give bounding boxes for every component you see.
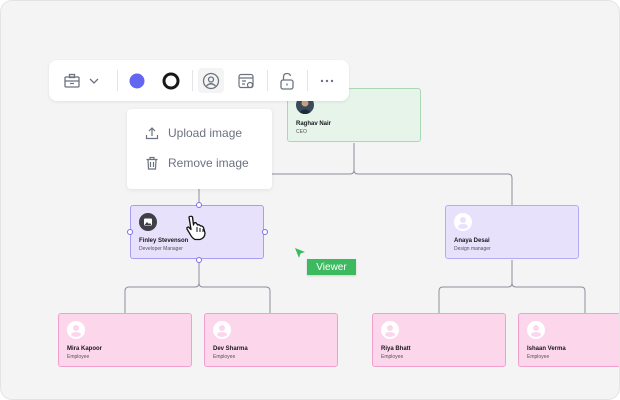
org-card-anaya[interactable]: Anaya Desai Design manager	[445, 205, 579, 259]
user-icon	[381, 321, 399, 339]
trash-icon	[146, 156, 158, 170]
floating-toolbar	[49, 60, 349, 101]
image-placeholder-icon	[139, 213, 157, 231]
id-card-icon[interactable]	[61, 68, 83, 93]
org-card-mira[interactable]: Mira Kapoor Employee	[58, 313, 192, 367]
resize-handle-right[interactable]	[262, 229, 268, 235]
user-avatar-icon[interactable]	[198, 68, 224, 93]
node-name: Dev Sharma	[213, 346, 248, 352]
canvas[interactable]: Raghav Nair CEO Finley Stevenson Develop…	[0, 0, 620, 400]
user-icon	[454, 213, 472, 231]
unlock-icon[interactable]	[275, 68, 299, 93]
collaborator-cursor-icon	[295, 248, 305, 258]
node-role: Employee	[527, 354, 550, 360]
org-card-riya[interactable]: Riya Bhatt Employee	[372, 313, 506, 367]
upload-icon	[145, 127, 159, 140]
user-icon	[213, 321, 231, 339]
node-role: CEO	[296, 129, 307, 135]
node-role: Employee	[67, 354, 90, 360]
node-name: Raghav Nair	[296, 121, 332, 127]
resize-handle-left[interactable]	[127, 229, 133, 235]
fill-color-swatch[interactable]	[127, 68, 147, 93]
node-role: Employee	[381, 354, 404, 360]
node-name: Riya Bhatt	[381, 346, 411, 352]
divider	[117, 70, 118, 91]
menu-item-label: Upload image	[168, 126, 243, 140]
more-icon[interactable]	[315, 68, 339, 93]
node-name: Finley Stevenson	[139, 238, 189, 244]
divider	[307, 70, 308, 91]
menu-item-label: Remove image	[168, 156, 249, 170]
user-icon	[67, 321, 85, 339]
node-role: Employee	[213, 354, 236, 360]
resize-handle-bottom[interactable]	[196, 257, 202, 263]
chevron-down-icon[interactable]	[85, 68, 103, 93]
org-card-dev[interactable]: Dev Sharma Employee	[204, 313, 338, 367]
card-settings-icon[interactable]	[234, 68, 258, 93]
node-name: Anaya Desai	[454, 238, 490, 244]
node-role: Developer Manager	[139, 246, 183, 252]
node-name: Mira Kapoor	[67, 346, 103, 352]
menu-item-remove-image[interactable]: Remove image	[145, 153, 249, 173]
collaborator-label: Viewer	[307, 259, 356, 275]
resize-handle-top[interactable]	[196, 202, 202, 208]
user-icon	[527, 321, 545, 339]
divider	[192, 70, 193, 91]
node-name: Ishaan Verma	[527, 346, 566, 352]
menu-item-upload-image[interactable]: Upload image	[145, 123, 242, 143]
stroke-color-swatch[interactable]	[161, 68, 181, 93]
org-card-ishaan[interactable]: Ishaan Verma Employee	[518, 313, 619, 367]
image-menu: Upload image Remove image	[127, 109, 272, 189]
node-role: Design manager	[454, 246, 491, 252]
divider	[267, 70, 268, 91]
hand-cursor-icon	[186, 215, 206, 241]
